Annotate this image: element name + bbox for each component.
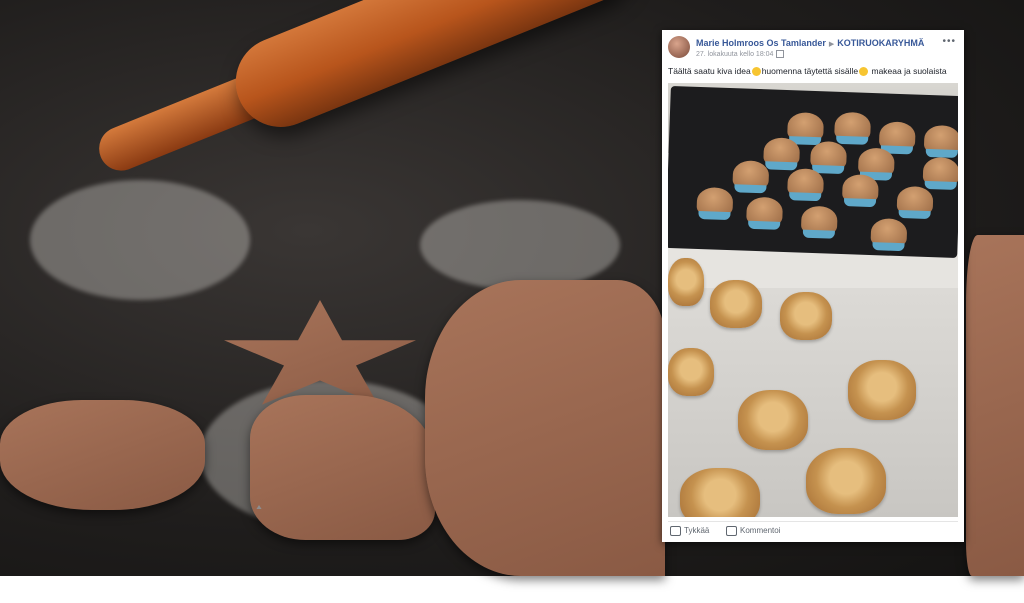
tart-shell bbox=[780, 292, 832, 340]
post-text-part-2: huomenna täytettä sisälle bbox=[761, 66, 859, 76]
post-header: Marie Holmroos Os Tamlander ▶ KOTIRUOKARYH… bbox=[668, 36, 958, 58]
tart-shell bbox=[710, 280, 762, 328]
tart-shell bbox=[738, 390, 808, 450]
facebook-post: Marie Holmroos Os Tamlander ▶ KOTIRUOKARYH… bbox=[662, 30, 964, 542]
muffin-mold bbox=[870, 218, 908, 248]
like-button[interactable]: Tykkää bbox=[670, 526, 709, 536]
flour-dust bbox=[420, 200, 620, 290]
post-actions: Tykkää Kommentoi bbox=[668, 521, 958, 540]
tart-shell bbox=[668, 348, 714, 396]
post-text-part-1: Täältä saatu kiva idea bbox=[668, 66, 751, 76]
muffin-mold bbox=[857, 147, 895, 177]
muffin-mold bbox=[696, 186, 734, 217]
post-text-part-3: makeaa ja suolaista bbox=[871, 66, 947, 76]
post-meta: 27. lokakuuta kello 18:04 bbox=[696, 50, 785, 58]
like-label: Tykkää bbox=[684, 526, 710, 536]
more-icon[interactable]: ••• bbox=[942, 36, 956, 47]
tart-shell bbox=[806, 448, 886, 514]
comment-label: Kommentoi bbox=[740, 526, 781, 536]
post-photo[interactable] bbox=[668, 83, 958, 517]
muffin-mold bbox=[732, 160, 770, 190]
author-name-link[interactable]: Marie Holmroos Os Tamlander bbox=[696, 38, 826, 48]
muffin-mold bbox=[841, 174, 879, 204]
baking-tray bbox=[668, 85, 958, 259]
muffin-mold bbox=[810, 140, 848, 171]
muffin-mold bbox=[746, 196, 784, 226]
avatar[interactable] bbox=[668, 36, 690, 58]
comment-icon bbox=[726, 526, 737, 536]
post-timestamp[interactable]: 27. lokakuuta kello 18:04 bbox=[696, 51, 773, 58]
baking-paper bbox=[668, 258, 958, 517]
like-icon bbox=[670, 526, 681, 536]
post-author-line: Marie Holmroos Os Tamlander ▶ KOTIRUOKARYH… bbox=[696, 38, 924, 48]
muffin-mold bbox=[787, 168, 825, 198]
tart-shell bbox=[680, 468, 760, 517]
rolled-dough-sheet bbox=[425, 280, 665, 576]
heart-cookie-dough bbox=[0, 400, 205, 510]
rolling-pin-body bbox=[222, 0, 646, 141]
rolled-dough-sheet-right bbox=[966, 235, 1024, 576]
comment-button[interactable]: Kommentoi bbox=[726, 526, 780, 536]
tart-shell bbox=[668, 258, 704, 306]
globe-icon bbox=[776, 50, 785, 58]
smiley-emoji bbox=[859, 67, 869, 77]
flour-dust bbox=[30, 180, 250, 300]
tart-shell bbox=[848, 360, 916, 420]
muffin-mold bbox=[834, 111, 872, 141]
arrow-right-icon: ▶ bbox=[828, 41, 835, 48]
muffin-mold bbox=[763, 137, 801, 167]
muffin-mold bbox=[922, 156, 958, 187]
muffin-mold bbox=[878, 121, 916, 151]
muffin-mold bbox=[787, 112, 825, 142]
rolling-pin bbox=[83, 0, 646, 197]
smiley-emoji bbox=[751, 67, 761, 77]
bird-cookie-dough bbox=[250, 395, 435, 540]
muffin-mold bbox=[800, 205, 838, 235]
muffin-mold bbox=[923, 124, 958, 155]
post-text: Täältä saatu kiva idea huomenna täytettä … bbox=[668, 66, 960, 77]
group-name-link[interactable]: KOTIRUOKARYHMÄ bbox=[837, 38, 924, 48]
muffin-mold bbox=[896, 185, 934, 216]
